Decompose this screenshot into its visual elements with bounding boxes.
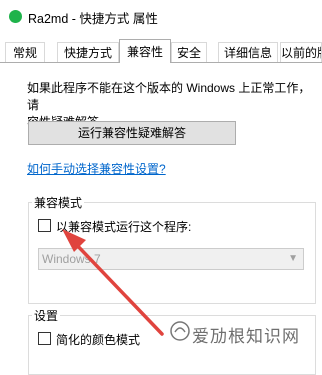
watermark-logo-icon xyxy=(170,321,190,341)
tab-compatibility[interactable]: 兼容性 xyxy=(119,39,171,63)
watermark-text: 爱劢根知识网 xyxy=(192,327,300,346)
